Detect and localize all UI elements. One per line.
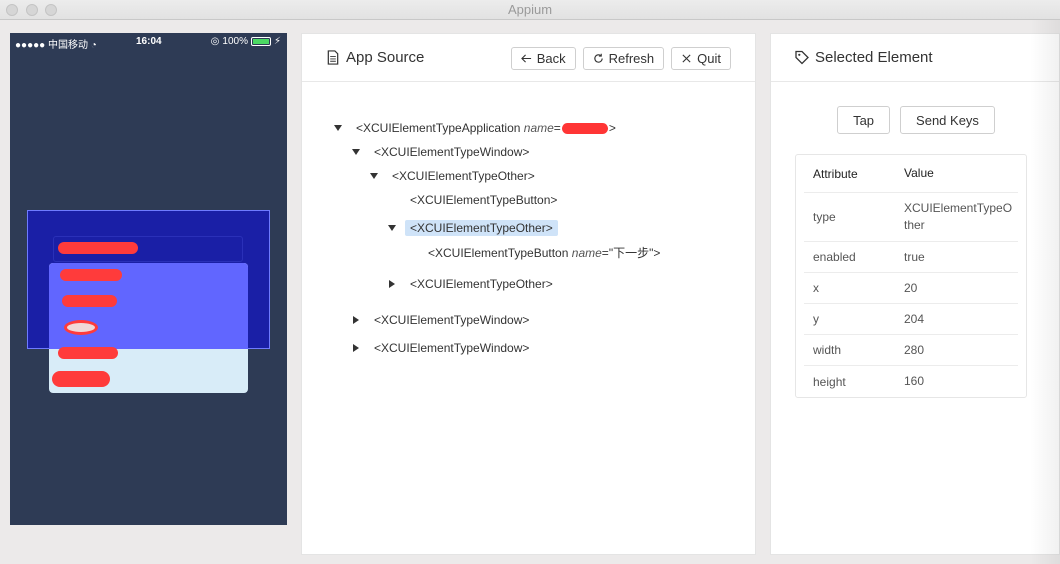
table-row: x 20 [804,273,1018,304]
window-titlebar: Appium [0,0,1060,20]
refresh-icon [593,53,603,63]
tree-node-label[interactable]: <XCUIElementTypeWindow> [369,144,534,160]
attribute-column-header: Attribute [813,166,858,181]
attribute-cell: enabled [813,250,856,264]
send-keys-button[interactable]: Send Keys [900,106,995,134]
element-actions: Tap Send Keys [771,106,1060,134]
caret-down-icon[interactable] [386,222,398,234]
caret-right-icon[interactable] [350,314,362,326]
battery-percent: 100% [222,36,248,47]
tree-node-selected[interactable]: <XCUIElementTypeOther> [386,219,558,237]
tree-node[interactable]: <XCUIElementTypeWindow> [350,339,534,357]
table-row: y 204 [804,304,1018,335]
table-header-row: Attribute Value [804,155,1018,193]
tree-node-label[interactable]: <XCUIElementTypeWindow> [369,312,534,328]
wifi-icon: ◔ [90,40,97,51]
tree-node-label[interactable]: <XCUIElementTypeOther> [405,220,558,236]
quit-button[interactable]: Quit [671,47,731,70]
tree-node-label[interactable]: <XCUIElementTypeOther> [387,168,540,184]
app-source-panel: App Source Back Refresh Quit <XCUIElemen… [301,33,756,555]
table-row: enabled true [804,242,1018,273]
arrow-left-icon [520,54,531,63]
value-cell: 160 [904,374,925,388]
redaction-mark [62,295,117,307]
attribute-cell: x [813,281,819,295]
value-cell: 280 [904,342,925,357]
tree-node-label[interactable]: <XCUIElementTypeButton name="下一步"> [423,243,665,262]
refresh-button[interactable]: Refresh [582,47,665,70]
device-screenshot[interactable]: ●●●●● 中国移动 ◔ 16:04 ◎ 100% ⚡ [10,33,287,525]
table-row: width 280 [804,335,1018,366]
tree-node-label[interactable]: <XCUIElementTypeOther> [405,276,558,292]
redaction-mark [561,123,608,135]
caret-right-icon[interactable] [350,342,362,354]
redaction-mark [52,371,110,387]
tree-node[interactable]: <XCUIElementTypeWindow> [350,311,534,329]
app-source-title: App Source [326,49,424,66]
table-row: type XCUIElementTypeOther [804,193,1018,242]
caret-down-icon[interactable] [368,170,380,182]
redaction-mark [58,347,118,359]
orientation-lock-icon: ◎ [210,36,220,47]
redaction-mark [60,269,122,281]
selected-element-panel: Selected Element Tap Send Keys Attribute… [770,33,1060,555]
value-cell: 20 [904,280,918,295]
attributes-table: Attribute Value type XCUIElementTypeOthe… [795,154,1027,398]
value-cell: true [904,249,925,264]
caret-down-icon[interactable] [350,146,362,158]
back-button-label: Back [536,51,566,66]
redaction-mark [64,320,98,335]
window-title: Appium [507,2,553,17]
attribute-cell: type [813,210,836,224]
status-right: ◎ 100% ⚡ [211,36,281,47]
redaction-mark [58,242,138,254]
tree-node[interactable]: <XCUIElementTypeOther> [386,275,558,293]
tree-node-label[interactable]: <XCUIElementTypeButton> [405,192,562,208]
table-row: height 160 [804,366,1018,397]
carrier-label: ●●●●● 中国移动 ◔ [15,40,97,51]
battery-icon [250,37,271,46]
selected-element-header: Selected Element [771,34,1059,82]
tree-node-label[interactable]: <XCUIElementTypeApplication name= > [351,120,621,136]
value-cell: 204 [904,311,925,326]
selected-element-title-text: Selected Element [815,49,933,66]
quit-button-label: Quit [697,51,721,66]
source-actions: Back Refresh Quit [510,47,731,70]
close-icon [682,54,691,63]
tree-node-label[interactable]: <XCUIElementTypeWindow> [369,340,534,356]
attribute-cell: width [813,343,842,357]
app-source-header: App Source Back Refresh Quit [302,34,755,82]
charging-icon: ⚡ [273,36,281,47]
file-icon [327,50,339,65]
app-source-title-text: App Source [346,49,425,66]
caret-down-icon[interactable] [332,122,344,134]
value-column-header: Value [904,166,934,180]
device-status-bar: ●●●●● 中国移动 ◔ 16:04 ◎ 100% ⚡ [10,33,287,51]
tree-node[interactable]: <XCUIElementTypeWindow> [350,143,534,161]
tag-icon [795,50,809,65]
tree-node[interactable]: <XCUIElementTypeButton> [386,191,562,209]
tap-button[interactable]: Tap [837,106,891,134]
back-button[interactable]: Back [510,47,576,70]
attribute-cell: y [813,312,819,326]
attribute-cell: height [813,374,846,389]
value-cell: XCUIElementTypeOther [904,201,1013,232]
selected-element-title: Selected Element [795,49,933,66]
status-time: 16:04 [136,36,162,47]
tree-node[interactable]: <XCUIElementTypeOther> [368,167,540,185]
caret-right-icon[interactable] [386,278,398,290]
refresh-button-label: Refresh [608,51,655,66]
tree-node[interactable]: <XCUIElementTypeApplication name= > [332,119,621,137]
tree-node[interactable]: <XCUIElementTypeButton name="下一步"> [404,243,665,261]
